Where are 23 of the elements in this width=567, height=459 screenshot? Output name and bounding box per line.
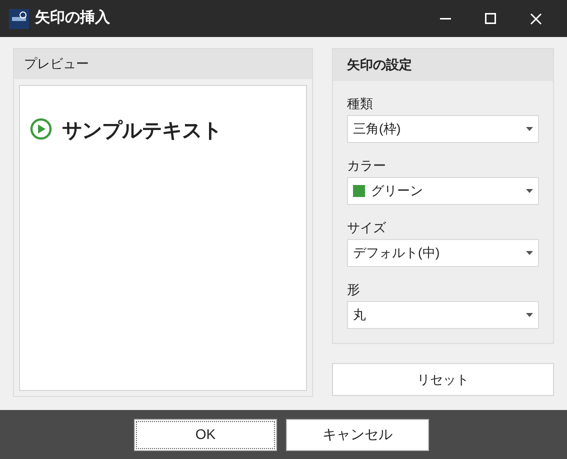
field-label: 種類	[347, 95, 374, 113]
field-label: サイズ	[347, 219, 387, 237]
app-logo-icon	[9, 8, 29, 28]
dialog-button[interactable]: OK	[134, 418, 277, 450]
settings-header: 矢印の設定	[333, 49, 553, 81]
dropdown-caret-icon	[526, 251, 533, 255]
field-label: カラー	[347, 157, 387, 175]
preview-header: プレビュー	[14, 49, 312, 79]
dropdown[interactable]: グリーン	[347, 177, 539, 205]
dropdown[interactable]: デフォルト(中)	[347, 239, 539, 267]
window-title: 矢印の挿入	[35, 8, 110, 28]
dropdown-caret-icon	[526, 127, 533, 131]
dropdown-caret-icon	[526, 189, 533, 193]
sample-text: サンプルテキスト	[62, 118, 222, 144]
dropdown[interactable]: 三角(枠)	[347, 115, 539, 143]
reset-button[interactable]: リセット	[332, 363, 554, 396]
dialog-button[interactable]: キャンセル	[286, 418, 429, 450]
minimize-icon	[440, 18, 451, 20]
field-label: 形	[347, 281, 361, 299]
close-icon	[530, 12, 542, 24]
dropdown[interactable]: 丸	[347, 301, 539, 329]
dropdown-caret-icon	[526, 313, 533, 317]
maximize-icon	[485, 13, 496, 24]
